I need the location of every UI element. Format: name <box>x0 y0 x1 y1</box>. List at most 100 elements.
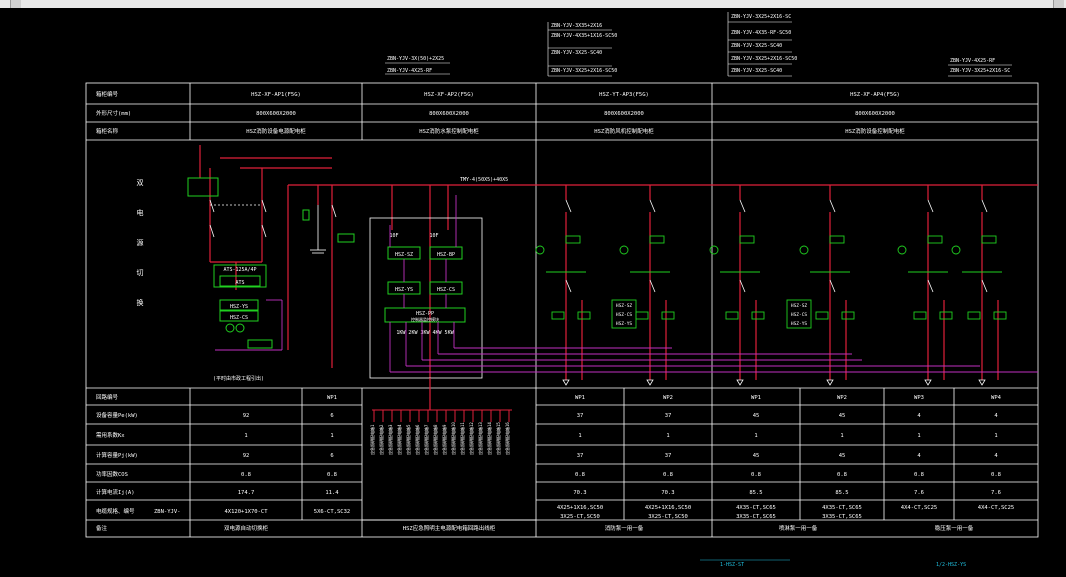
cabinet-name: HSZ消防风机控制配电柜 <box>594 127 654 135</box>
table-cell: 1 <box>330 433 333 439</box>
electrical-drawing-canvas[interactable]: ZBN-YJV-3X(50)+2X25 ZBN-YJV-4X25-RF ZBN-… <box>0 0 1066 577</box>
table-cell: 0.8 <box>914 472 924 478</box>
control-module-label: HSZ-SZ <box>616 303 633 309</box>
current-transformer-icon <box>951 245 961 255</box>
table-cell: WP1 <box>327 395 337 401</box>
table-cell: 3X35-CT,SC65 <box>736 514 776 520</box>
table-cell: 1 <box>917 433 920 439</box>
cyan-note: 1-HSZ-ST <box>720 562 744 568</box>
relay-module <box>815 311 829 320</box>
svg-text:切: 切 <box>137 269 144 277</box>
current-transformer-icon <box>535 245 545 255</box>
control-module-label: HSZ-YS <box>791 321 808 327</box>
contactor-icon <box>565 279 572 293</box>
top-note: ZBN-YJV-3X25+2X16-SC50 <box>551 68 617 74</box>
ats-ys-label: HSZ-YS <box>230 304 248 310</box>
breaker-icon <box>649 199 656 213</box>
module-label: HSZ-SZ <box>395 252 413 258</box>
current-transformer-icon <box>619 245 629 255</box>
relay-module <box>551 311 565 320</box>
motor-terminal-icon <box>826 379 834 386</box>
current-transformer-icon <box>897 245 907 255</box>
header-row-label: 外形尺寸(mm) <box>96 109 131 117</box>
table-cell: 3X25-CT,SC50 <box>560 514 600 520</box>
main-busbar <box>199 145 1038 410</box>
indicator-lamp-icon <box>235 323 245 333</box>
top-note: ZBN-YJV-3X25+2X16-SC <box>731 14 791 20</box>
motor-terminal-icon <box>562 379 570 386</box>
table-cell: 6 <box>330 413 333 419</box>
table-row-label: 备注 <box>96 524 108 532</box>
relay-module <box>577 311 591 320</box>
table-cell: 174.7 <box>238 490 255 496</box>
switch-label: 10F <box>389 233 398 239</box>
table-row-label: 设备容量Pe(kW) <box>96 411 138 419</box>
cabinet-size: 800X600X2000 <box>604 111 644 117</box>
module-label: HSZ-YS <box>395 287 413 293</box>
table-cell: 4X35-CT,SC65 <box>822 505 862 511</box>
output-labels: 1KW 2KW 3KW 4KW 5KW <box>396 330 454 336</box>
table-cell: 4 <box>917 413 921 419</box>
table-cell: 70.3 <box>573 490 586 496</box>
table-cell: 7.6 <box>991 490 1001 496</box>
cabinet-name: HSZ消防设备电源配电柜 <box>246 127 306 135</box>
ap2-circuit-label: 应急照明配电箱4 <box>396 424 402 455</box>
module-sublabel: 控制器监控模块 <box>411 316 439 322</box>
ap2-note: HSZ应急照明主电源配电箱回路出线柜 <box>403 524 496 532</box>
table-note: 喷淋泵一用一备 <box>779 524 818 532</box>
bottom-label: (平时由市政工程引出) <box>213 375 264 382</box>
top-note: ZBN-YJV-4X35+1X16-SC50 <box>551 33 617 39</box>
table-cell: 37 <box>665 453 672 459</box>
table-cell: 45 <box>753 453 760 459</box>
table-cell: 4X4-CT,SC25 <box>901 505 937 511</box>
motor-terminal-icon <box>646 379 654 386</box>
ap2-circuit-label: 应急照明配电箱7 <box>423 424 429 455</box>
table-cell: 0.8 <box>837 472 847 478</box>
top-note: ZBN-YJV-4X25-RF <box>950 58 995 64</box>
table-row-label: 电缆规格、编号 <box>96 507 135 515</box>
top-note: ZBN-YJV-3X25-SC40 <box>551 50 602 56</box>
contactor-icon <box>649 279 656 293</box>
table-row-label: 计算电流Ij(A) <box>96 488 135 496</box>
control-module-label: HSZ-YS <box>616 321 633 327</box>
cabinet-size: 800X600X2000 <box>855 111 895 117</box>
table-cell: 1 <box>754 433 757 439</box>
contactor-icon <box>981 279 988 293</box>
breaker-icon <box>565 199 572 213</box>
relay-module <box>913 311 927 320</box>
table-note: 稳压泵一用一备 <box>935 524 974 532</box>
meter-module <box>829 235 845 244</box>
relay-module <box>661 311 675 320</box>
table-cell: 92 <box>243 413 250 419</box>
table-cell: WP1 <box>575 395 585 401</box>
module-label: HSZ-CS <box>437 287 455 293</box>
ap2-circuit-label: 应急照明配电箱1 <box>369 424 375 455</box>
current-transformer-icon <box>799 245 809 255</box>
svg-text:电: 电 <box>137 208 144 217</box>
indicator-module <box>247 339 273 349</box>
ap2-circuit-label: 应急照明配电箱3 <box>387 424 393 455</box>
surge-protector-icon <box>302 209 310 221</box>
motor-terminal-icon <box>978 379 986 386</box>
table-cell: 1 <box>244 433 247 439</box>
meter-module <box>927 235 943 244</box>
relay-module <box>967 311 981 320</box>
table-cell: 70.3 <box>661 490 674 496</box>
meter-module <box>649 235 665 244</box>
table-row-label: 计算容量Pj(kW) <box>96 451 138 459</box>
meter-module <box>739 235 755 244</box>
ap2-circuit-label: 应急照明配电箱9 <box>441 424 447 455</box>
relay-module <box>993 311 1007 320</box>
table-cell: 3X35-CT,SC65 <box>822 514 862 520</box>
relay-module <box>841 311 855 320</box>
table-cell: 0.8 <box>327 472 337 478</box>
table-row-label: 回路编号 <box>96 393 119 401</box>
motor-terminal-icon <box>736 379 744 386</box>
cabinet-name: HSZ消防水泵控制配电柜 <box>419 127 479 135</box>
top-note: ZBN-YJV-3X25-SC40 <box>731 43 782 49</box>
table-note: 消防泵一用一备 <box>605 524 644 532</box>
header-row-label: 箱柜名称 <box>96 127 119 135</box>
relay-module <box>725 311 739 320</box>
table-cell: 4X25+1X16,SC50 <box>557 505 603 511</box>
svg-text:双: 双 <box>137 179 144 187</box>
